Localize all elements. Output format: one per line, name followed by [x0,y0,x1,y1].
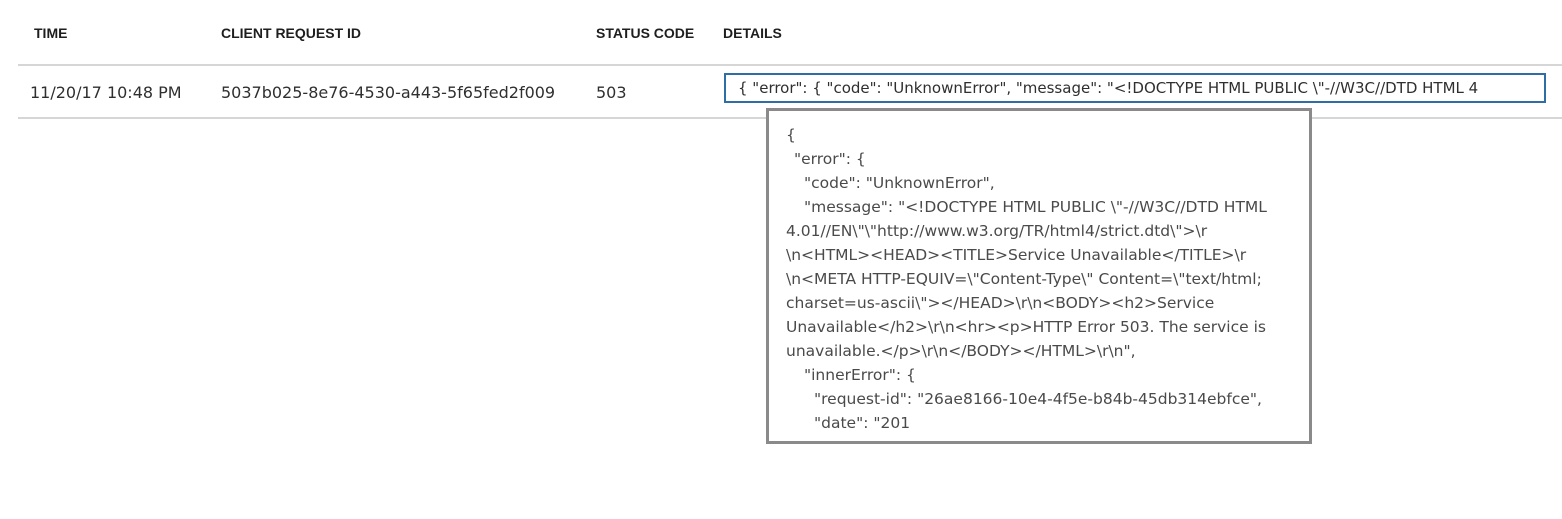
column-header-details[interactable]: DETAILS [723,25,782,41]
tooltip-line: "request-id": "26ae8166-10e4-4f5e-b84b-4… [814,390,1262,408]
status-code-cell: 503 [596,83,627,102]
table-header-row: TIME CLIENT REQUEST ID STATUS CODE DETAI… [18,0,1562,66]
tooltip-line: "code": "UnknownError", [804,174,995,192]
tooltip-line: "message": "<!DOCTYPE HTML PUBLIC \"-//W… [804,198,1267,216]
column-header-client-request-id[interactable]: CLIENT REQUEST ID [221,25,361,41]
tooltip-line: Unavailable</h2>\r\n<hr><p>HTTP Error 50… [786,318,1266,336]
details-tooltip: { "error": { "code": "UnknownError", "me… [766,108,1312,444]
details-field[interactable]: { "error": { "code": "UnknownError", "me… [724,73,1546,103]
client-request-id-cell: 5037b025-8e76-4530-a443-5f65fed2f009 [221,83,556,102]
tooltip-line: "date": "201 [814,414,911,432]
column-header-status-code[interactable]: STATUS CODE [596,25,694,41]
time-cell: 11/20/17 10:48 PM [30,83,182,102]
tooltip-line: \n<META HTTP-EQUIV=\"Content-Type\" Cont… [786,270,1262,288]
tooltip-line: "error": { [794,150,866,168]
tooltip-line: charset=us-ascii\"></HEAD>\r\n<BODY><h2>… [786,294,1215,312]
tooltip-line: 4.01//EN\"\"http://www.w3.org/TR/html4/s… [786,222,1208,240]
tooltip-line: \n<HTML><HEAD><TITLE>Service Unavailable… [786,246,1247,264]
tooltip-line: unavailable.</p>\r\n</BODY></HTML>\r\n", [786,342,1136,360]
column-header-time[interactable]: TIME [34,25,67,41]
request-log-table: TIME CLIENT REQUEST ID STATUS CODE DETAI… [18,0,1562,119]
tooltip-line: { [786,126,796,144]
tooltip-line: "innerError": { [804,366,916,384]
